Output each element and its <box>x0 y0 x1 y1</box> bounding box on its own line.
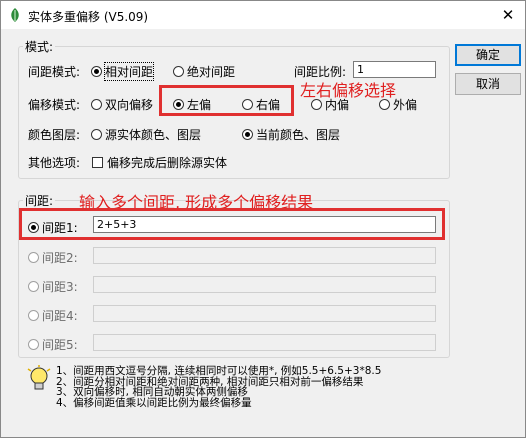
radio-indicator <box>28 310 39 321</box>
lightbulb-icon <box>27 365 51 390</box>
dialog-window: 实体多重偏移 (V5.09) ✕ 模式: 间距模式: 相对间距 绝对间距 间距比… <box>0 0 526 438</box>
spacing-row-5-radio[interactable]: 间距5: <box>28 336 78 353</box>
spacing-row-2-input[interactable] <box>93 247 436 264</box>
spacing-relative-radio[interactable]: 相对间距 <box>91 62 155 81</box>
color-current-label: 当前颜色、图层 <box>256 128 341 142</box>
spacing-row-2-radio[interactable]: 间距2: <box>28 249 78 266</box>
spacing-row-3-input[interactable] <box>93 276 436 293</box>
checkbox-box <box>92 157 103 168</box>
offset-annotation: 左右偏移选择 <box>300 81 397 100</box>
color-source-label: 源实体颜色、图层 <box>105 128 202 142</box>
offset-mode-label: 偏移模式: <box>28 98 81 112</box>
spacing-row-4-label: 间距4: <box>42 309 78 323</box>
delete-source-checkbox[interactable]: 偏移完成后删除源实体 <box>92 154 227 171</box>
radio-indicator <box>91 129 102 140</box>
other-options-label: 其他选项: <box>28 156 81 170</box>
spacing-row-5-input[interactable] <box>93 334 436 351</box>
offset-bidirectional-radio[interactable]: 双向偏移 <box>91 96 153 113</box>
ratio-input[interactable]: 1 <box>353 61 436 78</box>
spacing-row-1-highlight <box>19 208 445 240</box>
spacing-relative-label: 相对间距 <box>103 62 155 81</box>
spacing-mode-label: 间距模式: <box>28 65 81 79</box>
spacing-row-3-radio[interactable]: 间距3: <box>28 278 78 295</box>
spacing-row-4-radio[interactable]: 间距4: <box>28 307 78 324</box>
spacing-absolute-radio[interactable]: 绝对间距 <box>173 63 235 80</box>
radio-selected-indicator <box>91 66 102 77</box>
offset-highlight-box <box>159 85 294 116</box>
spacing-row-4-input[interactable] <box>93 305 436 322</box>
tip-line: 1、间距用西文逗号分隔, 连续相同时可以使用*, 例如5.5+6.5+3*8.5 <box>56 365 382 377</box>
spacing-row-2-label: 间距2: <box>42 251 78 265</box>
app-leaf-icon <box>11 8 19 22</box>
offset-outer-label: 外偏 <box>393 98 418 112</box>
radio-selected-indicator <box>242 129 253 140</box>
spacing-absolute-label: 绝对间距 <box>187 65 236 79</box>
spacing-row-3-label: 间距3: <box>42 280 78 294</box>
delete-source-label: 偏移完成后删除源实体 <box>107 156 228 170</box>
window-title: 实体多重偏移 (V5.09) <box>28 10 149 24</box>
mode-group-legend: 模式: <box>23 38 56 55</box>
radio-indicator <box>173 66 184 77</box>
offset-bidirectional-label: 双向偏移 <box>105 98 154 112</box>
color-current-radio[interactable]: 当前颜色、图层 <box>242 126 340 143</box>
radio-indicator <box>91 99 102 110</box>
tips-text: 1、间距用西文逗号分隔, 连续相同时可以使用*, 例如5.5+6.5+3*8.5… <box>56 366 381 408</box>
tip-line: 4、偏移间距值乘以间距比例为最终偏移量 <box>56 396 252 409</box>
color-layer-label: 颜色图层: <box>28 128 81 142</box>
spacing-group-legend: 间距: <box>23 192 56 209</box>
title-bar: 实体多重偏移 (V5.09) ✕ <box>1 1 525 29</box>
color-source-radio[interactable]: 源实体颜色、图层 <box>91 126 201 143</box>
radio-indicator <box>28 252 39 263</box>
ok-button[interactable]: 确定 <box>455 44 521 66</box>
cancel-button[interactable]: 取消 <box>455 73 521 95</box>
tip-line: 3、双向偏移时, 相同自动朝实体两侧偏移 <box>56 386 248 398</box>
close-button[interactable]: ✕ <box>497 4 519 26</box>
radio-indicator <box>28 281 39 292</box>
radio-indicator <box>28 339 39 350</box>
spacing-row-5-label: 间距5: <box>42 338 78 352</box>
